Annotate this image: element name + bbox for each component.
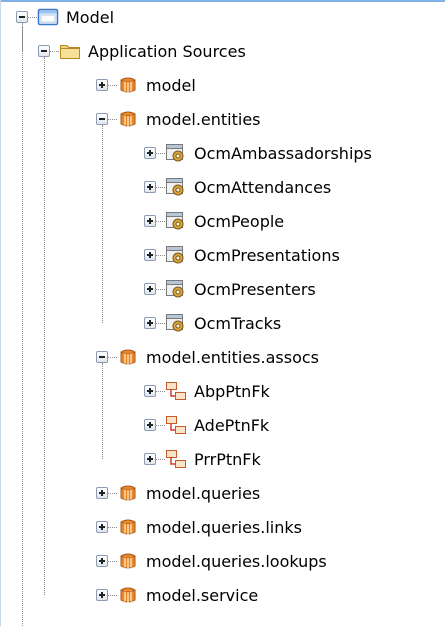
package-icon: [117, 347, 139, 367]
entity-icon: [165, 177, 187, 197]
collapse-toggle-icon[interactable]: [96, 113, 108, 125]
tree-node-label[interactable]: model.queries: [146, 484, 260, 504]
tree-node-label[interactable]: PrrPtnFk: [194, 450, 261, 470]
tree-node-label[interactable]: model.entities: [146, 110, 261, 130]
expand-toggle-icon[interactable]: [144, 215, 156, 227]
package-icon: [117, 551, 139, 571]
tree-node-label[interactable]: OcmPeople: [194, 212, 284, 232]
expand-toggle-icon[interactable]: [144, 147, 156, 159]
tree-connector: [156, 255, 165, 256]
tree-connector: [22, 27, 23, 626]
tree-node-label[interactable]: OcmPresentations: [194, 246, 340, 266]
tree-connector: [102, 125, 103, 323]
collapse-toggle-icon[interactable]: [96, 351, 108, 363]
tree-connector: [102, 363, 103, 459]
expand-toggle-icon[interactable]: [96, 79, 108, 91]
tree-node-label[interactable]: model.entities.assocs: [146, 348, 319, 368]
collapse-toggle-icon[interactable]: [38, 45, 50, 57]
tree-node-label[interactable]: model.queries.lookups: [146, 552, 327, 572]
tree-connector: [156, 187, 165, 188]
entity-icon: [165, 143, 187, 163]
tree-node-label[interactable]: model.queries.links: [146, 518, 302, 538]
expand-toggle-icon[interactable]: [96, 521, 108, 533]
project-navigator: Model Application Sources model model.entit…: [0, 0, 445, 626]
association-icon: [165, 381, 187, 401]
tree-connector: [156, 153, 165, 154]
tree-node-label[interactable]: OcmAmbassadorships: [194, 144, 372, 164]
expand-toggle-icon[interactable]: [96, 589, 108, 601]
expand-toggle-icon[interactable]: [96, 487, 108, 499]
tree-node-label[interactable]: Application Sources: [88, 42, 246, 62]
tree-connector: [50, 51, 59, 52]
tree-connector: [156, 289, 165, 290]
tree-node-label[interactable]: model: [146, 76, 196, 96]
tree-connector: [108, 527, 117, 528]
entity-icon: [165, 245, 187, 265]
tree-connector: [108, 357, 117, 358]
expand-toggle-icon[interactable]: [144, 419, 156, 431]
expand-toggle-icon[interactable]: [144, 317, 156, 329]
package-icon: [117, 483, 139, 503]
tree-node[interactable]: [0, 0, 445, 34]
project-tree: Model Application Sources model model.entit…: [0, 0, 445, 626]
tree-connector: [108, 85, 117, 86]
tree-connector: [44, 57, 45, 595]
tree-connector: [108, 493, 117, 494]
tree-node-label[interactable]: AbpPtnFk: [194, 382, 270, 402]
package-icon: [117, 585, 139, 605]
tree-connector: [108, 595, 117, 596]
entity-icon: [165, 313, 187, 333]
package-icon: [117, 109, 139, 129]
expand-toggle-icon[interactable]: [144, 181, 156, 193]
expand-toggle-icon[interactable]: [96, 555, 108, 567]
expand-toggle-icon[interactable]: [144, 249, 156, 261]
folder-icon: [59, 41, 81, 61]
tree-connector: [108, 561, 117, 562]
entity-icon: [165, 211, 187, 231]
tree-connector: [108, 119, 117, 120]
tree-node-label[interactable]: AdePtnFk: [194, 416, 269, 436]
tree-connector: [156, 425, 165, 426]
tree-connector: [156, 323, 165, 324]
tree-connector: [156, 391, 165, 392]
expand-toggle-icon[interactable]: [144, 283, 156, 295]
association-icon: [165, 415, 187, 435]
tree-connector: [156, 459, 165, 460]
package-icon: [117, 75, 139, 95]
tree-connector: [156, 221, 165, 222]
expand-toggle-icon[interactable]: [144, 385, 156, 397]
tree-node-label[interactable]: OcmTracks: [194, 314, 281, 334]
entity-icon: [165, 279, 187, 299]
package-icon: [117, 517, 139, 537]
tree-node-label[interactable]: OcmAttendances: [194, 178, 331, 198]
tree-node-label[interactable]: OcmPresenters: [194, 280, 316, 300]
association-icon: [165, 449, 187, 469]
expand-toggle-icon[interactable]: [144, 453, 156, 465]
tree-node-label[interactable]: model.service: [146, 586, 258, 606]
